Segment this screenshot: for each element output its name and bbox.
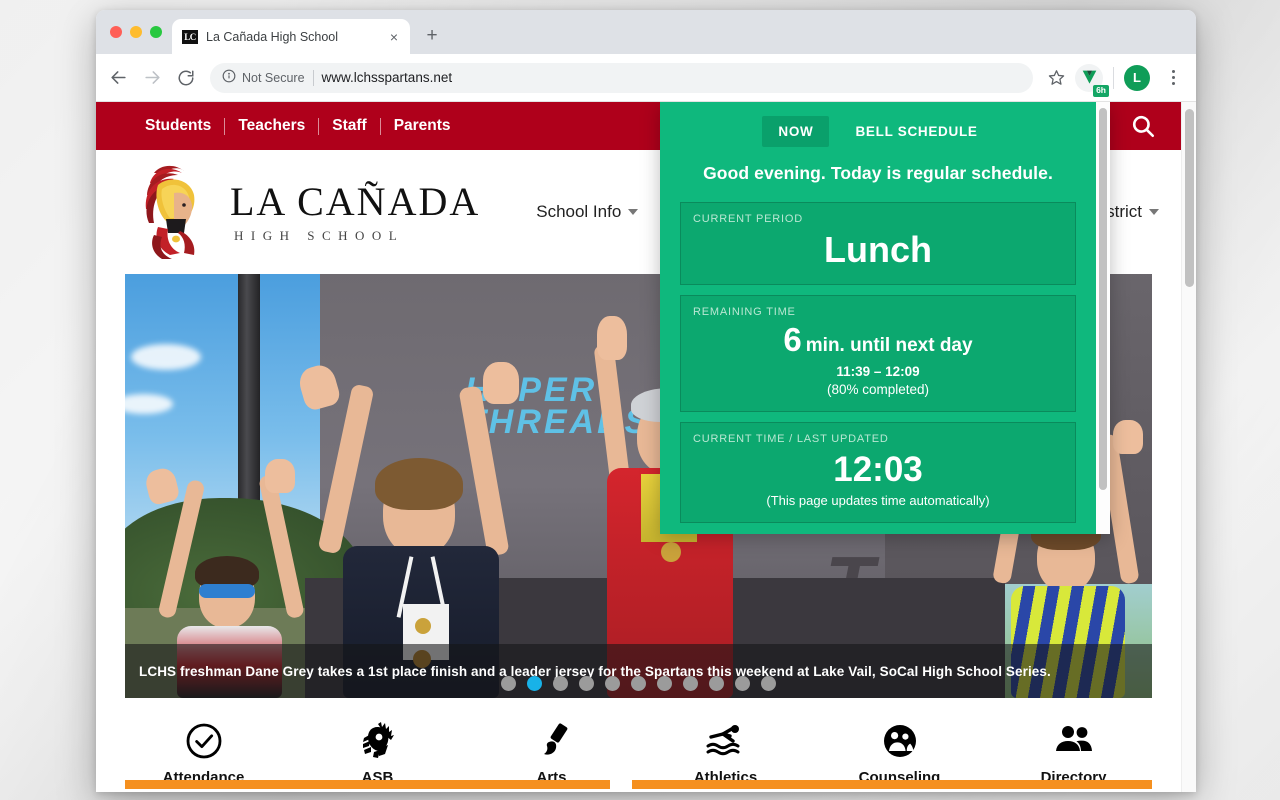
carousel-dot-11[interactable] xyxy=(761,676,776,691)
browser-tab[interactable]: LC La Cañada High School × xyxy=(172,19,410,54)
school-name-secondary: HIGH SCHOOL xyxy=(234,227,405,243)
url-text: www.lchsspartans.net xyxy=(321,70,453,85)
close-tab-icon[interactable]: × xyxy=(386,29,402,45)
check-circle-icon xyxy=(184,720,224,762)
utility-link-students[interactable]: Students xyxy=(132,117,224,135)
extension-badge: 6h xyxy=(1093,84,1109,97)
paintbrush-icon xyxy=(532,720,572,762)
tab-favicon: LC xyxy=(182,29,198,44)
carousel-dot-3[interactable] xyxy=(553,676,568,691)
chrome-menu-button[interactable] xyxy=(1158,63,1188,93)
page-viewport: Students Teachers Staff Parents LA CAÑAD… xyxy=(96,102,1196,792)
swimmer-icon xyxy=(704,720,748,762)
current-time-value: 12:03 xyxy=(833,449,923,489)
quicklink-asb[interactable]: ASB xyxy=(323,720,433,786)
back-button[interactable] xyxy=(102,62,134,94)
current-time-label: CURRENT TIME / LAST UPDATED xyxy=(693,432,889,445)
new-tab-button[interactable]: + xyxy=(418,22,446,50)
bookmark-star-icon[interactable] xyxy=(1041,63,1071,93)
school-wordmark: LA CAÑADA HIGH SCHOOL xyxy=(230,178,481,244)
carousel-dot-10[interactable] xyxy=(735,676,750,691)
school-name-primary: LA CAÑADA xyxy=(230,178,481,224)
quicklink-counseling[interactable]: Counseling xyxy=(845,720,955,786)
remaining-time-card: REMAINING TIME 6 min. until next day 11:3… xyxy=(680,295,1076,412)
forward-button[interactable] xyxy=(136,62,168,94)
info-icon xyxy=(222,69,236,86)
tab-now[interactable]: NOW xyxy=(762,116,830,147)
browser-window: LC La Cañada High School × + Not Secure … xyxy=(96,10,1196,792)
carousel-indicators[interactable] xyxy=(125,676,1152,691)
period-progress: (80% completed) xyxy=(826,381,930,397)
tab-title: La Cañada High School xyxy=(206,29,339,44)
carousel-dot-1[interactable] xyxy=(501,676,516,691)
maximize-window-button[interactable] xyxy=(150,26,162,38)
carousel-dot-7[interactable] xyxy=(657,676,672,691)
people-circle-icon xyxy=(880,720,920,762)
minimize-window-button[interactable] xyxy=(130,26,142,38)
period-time-range: 11:39 – 12:09 xyxy=(836,363,920,379)
page-scrollbar-thumb[interactable] xyxy=(1185,109,1194,287)
security-indicator[interactable]: Not Secure xyxy=(222,69,305,86)
popup-content: NOW BELL SCHEDULE Good evening. Today is… xyxy=(660,102,1096,534)
current-time-note: (This page updates time automatically) xyxy=(766,492,990,508)
carousel-dot-9[interactable] xyxy=(709,676,724,691)
tab-bell-schedule[interactable]: BELL SCHEDULE xyxy=(839,116,993,147)
current-period-card: CURRENT PERIOD Lunch xyxy=(680,202,1076,286)
quicklink-attendance[interactable]: Attendance xyxy=(149,720,259,786)
utility-nav-links: Students Teachers Staff Parents xyxy=(132,117,464,135)
quicklinks-row: Attendance ASB Arts Athletics Counseling… xyxy=(96,698,1181,786)
current-period-label: CURRENT PERIOD xyxy=(693,213,804,225)
current-period-value: Lunch xyxy=(824,229,932,270)
quicklink-athletics[interactable]: Athletics xyxy=(671,720,781,786)
search-icon[interactable] xyxy=(1123,106,1163,146)
remaining-minutes: 6 xyxy=(783,321,802,359)
browser-toolbar: Not Secure www.lchsspartans.net 6h L xyxy=(96,54,1196,102)
profile-avatar[interactable]: L xyxy=(1124,64,1150,91)
remaining-time-value: 6 min. until next day xyxy=(693,322,1063,358)
utility-link-staff[interactable]: Staff xyxy=(319,117,379,135)
footer-accent-bar xyxy=(125,780,1152,789)
extension-icon[interactable]: 6h xyxy=(1075,63,1109,97)
chevron-down-icon xyxy=(1149,209,1159,215)
bell-schedule-popup: NOW BELL SCHEDULE Good evening. Today is… xyxy=(660,102,1110,534)
popup-tabs: NOW BELL SCHEDULE xyxy=(680,116,1076,147)
close-window-button[interactable] xyxy=(110,26,122,38)
carousel-dot-5[interactable] xyxy=(605,676,620,691)
people-icon xyxy=(1052,720,1096,762)
page-scrollbar[interactable] xyxy=(1181,102,1196,792)
current-time-card: CURRENT TIME / LAST UPDATED 12:03 (This … xyxy=(680,421,1076,523)
utility-link-teachers[interactable]: Teachers xyxy=(225,117,318,135)
spartan-helmet-logo-icon xyxy=(140,163,214,261)
greeting-text: Good evening. Today is regular schedule. xyxy=(703,163,1053,183)
carousel-dot-8[interactable] xyxy=(683,676,698,691)
site-logo[interactable]: LA CAÑADA HIGH SCHOOL xyxy=(140,163,480,261)
remaining-unit-text: min. until next day xyxy=(805,335,973,357)
popup-scrollbar[interactable] xyxy=(1096,102,1110,534)
remaining-time-label: REMAINING TIME xyxy=(693,306,796,319)
reload-button[interactable] xyxy=(170,62,202,94)
address-bar[interactable]: Not Secure www.lchsspartans.net xyxy=(210,62,1033,93)
carousel-dot-4[interactable] xyxy=(579,676,594,691)
window-controls xyxy=(108,10,172,54)
spartan-helmet-icon xyxy=(358,720,398,762)
chevron-down-icon xyxy=(628,209,639,215)
quicklink-arts[interactable]: Arts xyxy=(497,720,607,786)
security-label: Not Secure xyxy=(242,70,305,85)
nav-item-school-info[interactable]: School Info xyxy=(536,202,639,222)
v-logo-icon xyxy=(1082,70,1096,84)
tab-strip: LC La Cañada High School × + xyxy=(96,10,1196,54)
quicklink-directory[interactable]: Directory xyxy=(1019,720,1129,786)
utility-link-parents[interactable]: Parents xyxy=(381,117,464,135)
carousel-dot-2[interactable] xyxy=(527,676,542,691)
popup-scrollbar-thumb[interactable] xyxy=(1099,108,1107,490)
toolbar-divider xyxy=(1113,66,1114,89)
nav-label-school-info: School Info xyxy=(536,202,622,221)
omnibox-divider xyxy=(312,69,314,86)
carousel-dot-6[interactable] xyxy=(631,676,646,691)
